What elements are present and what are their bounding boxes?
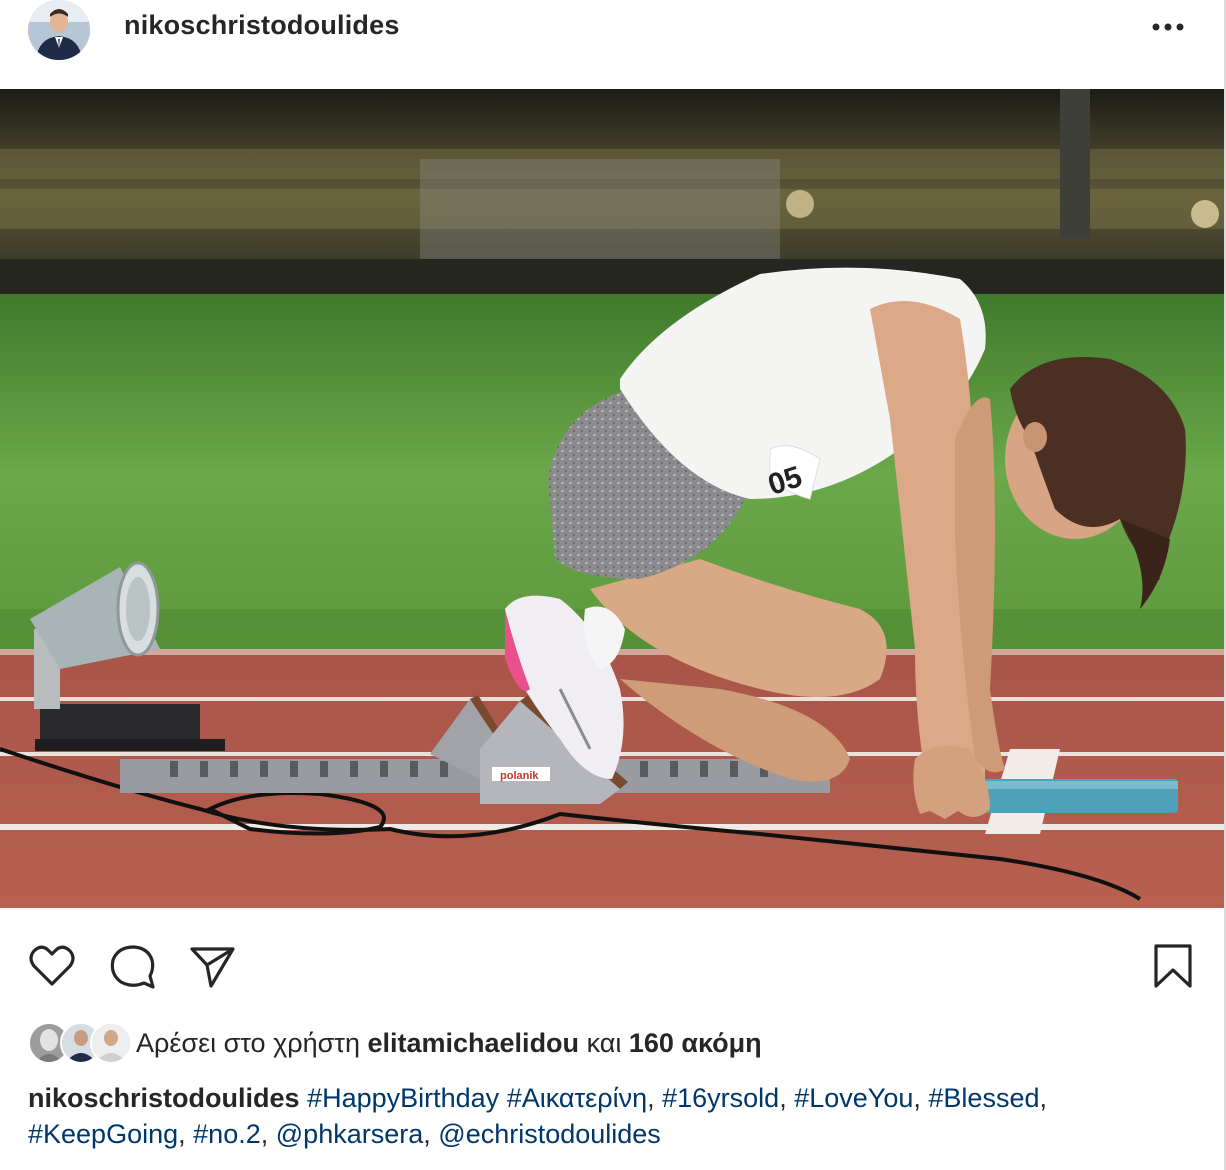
caption-mention[interactable]: @echristodoulides: [438, 1119, 661, 1149]
avatar[interactable]: [28, 0, 90, 60]
bookmark-icon[interactable]: [1148, 940, 1200, 992]
caption-tag[interactable]: #KeepGoing: [28, 1119, 178, 1149]
likes-prefix: Αρέσει στο χρήστη: [136, 1028, 360, 1058]
comment-icon[interactable]: [106, 940, 158, 992]
caption: nikoschristodoulides #HappyBirthday #Αικ…: [28, 1083, 1047, 1149]
post-header: nikoschristodoulides: [0, 0, 1226, 88]
send-icon[interactable]: [186, 940, 238, 992]
post-username[interactable]: nikoschristodoulides: [124, 10, 400, 41]
caption-tag[interactable]: #Αικατερίνη: [507, 1083, 647, 1113]
block-brand-text: polanik: [500, 770, 539, 782]
heart-icon[interactable]: [26, 940, 78, 992]
likes-count[interactable]: 160 ακόμη: [629, 1028, 762, 1058]
caption-tag[interactable]: #no.2: [193, 1119, 261, 1149]
likes-connector: και: [586, 1028, 622, 1058]
likes-row: Αρέσει στο χρήστη elitamichaelidou και 1…: [28, 1022, 1208, 1066]
post-photo[interactable]: polanik 05: [0, 89, 1224, 908]
caption-mention[interactable]: @phkarsera: [276, 1119, 423, 1149]
caption-tag[interactable]: #Blessed: [928, 1083, 1039, 1113]
action-bar: [0, 940, 1226, 996]
athlete-photo: polanik 05: [0, 89, 1224, 908]
likes-summary: Αρέσει στο χρήστη elitamichaelidou και 1…: [136, 1028, 762, 1059]
caption-username[interactable]: nikoschristodoulides: [28, 1083, 300, 1113]
caption-tag[interactable]: #LoveYou: [794, 1083, 913, 1113]
liker-avatar: [90, 1022, 132, 1064]
liker-username[interactable]: elitamichaelidou: [367, 1028, 579, 1058]
caption-tag[interactable]: #16yrsold: [662, 1083, 779, 1113]
caption-tag[interactable]: #HappyBirthday: [307, 1083, 499, 1113]
more-options-icon[interactable]: [1146, 12, 1190, 42]
